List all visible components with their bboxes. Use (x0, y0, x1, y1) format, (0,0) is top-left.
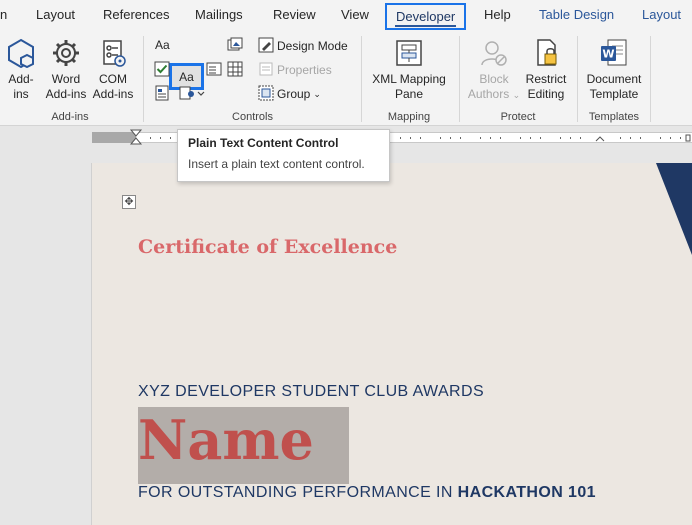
combo-box-control-icon[interactable] (205, 60, 223, 78)
tab-mailings[interactable]: Mailings (195, 7, 243, 22)
outstanding-performance-line: FOR OUTSTANDING PERFORMANCE IN HACKATHON… (138, 484, 596, 502)
table-move-handle-icon[interactable]: ✥ (122, 195, 136, 209)
tab-table-design[interactable]: Table Design (539, 7, 614, 22)
outstanding-prefix: FOR OUTSTANDING PERFORMANCE IN (138, 484, 458, 501)
word-add-ins-label-2: Add-ins (45, 87, 87, 101)
add-ins-label-2: ins (13, 87, 29, 101)
certificate-title: Certificate of Excellence (138, 236, 398, 258)
document-page[interactable]: ✥ Certificate of Excellence XYZ DEVELOPE… (92, 163, 692, 525)
group-label-protect: Protect (500, 111, 536, 123)
tab-references[interactable]: References (103, 7, 169, 22)
group-label: Group (277, 87, 311, 101)
design-mode-icon (257, 36, 275, 54)
tab-view[interactable]: View (341, 7, 369, 22)
group-separator (361, 36, 362, 122)
com-add-ins-icon (96, 36, 130, 70)
add-ins-button[interactable]: Add- ins (2, 36, 40, 102)
block-authors-button[interactable]: Block Authors ⌄ (466, 36, 522, 103)
chevron-down-icon: ⌄ (313, 88, 321, 99)
restrict-editing-label-2: Editing (527, 87, 565, 101)
hexagon-icon (4, 36, 38, 70)
word-add-ins-label-1: Word (51, 72, 81, 86)
plain-text-tooltip: Plain Text Content Control Insert a plai… (177, 129, 390, 182)
restrict-editing-label-1: Restrict (525, 72, 567, 86)
chevron-down-icon: ⌄ (512, 90, 521, 100)
tooltip-description: Insert a plain text content control. (188, 157, 365, 171)
document-template-label-1: Document (586, 72, 642, 86)
group-label-add-ins: Add-ins (51, 111, 89, 123)
add-ins-label-1: Add- (8, 72, 34, 86)
ribbon-tab-bar: n Layout References Mailings Review View… (0, 0, 692, 32)
design-mode-button[interactable]: Design Mode (277, 39, 348, 53)
document-template-label-2: Template (589, 87, 639, 101)
properties-button[interactable]: Properties (277, 63, 332, 77)
picture-control-icon[interactable] (226, 36, 244, 54)
rich-text-label: Aa (155, 38, 170, 52)
word-add-ins-button[interactable]: Word Add-ins (42, 36, 90, 102)
group-button[interactable]: Group ⌄ (277, 87, 321, 101)
event-name: HACKATHON 101 (457, 484, 596, 501)
tooltip-title: Plain Text Content Control (188, 136, 339, 150)
xml-mapping-pane-button[interactable]: XML Mapping Pane (364, 36, 454, 102)
xml-mapping-label-1: XML Mapping (372, 72, 446, 86)
group-separator (650, 36, 651, 122)
com-add-ins-label-1: COM (99, 72, 127, 86)
plain-text-label: Aa (179, 69, 194, 84)
properties-icon (257, 60, 275, 78)
xml-mapping-label-2: Pane (394, 87, 424, 101)
xml-mapping-icon (392, 36, 426, 70)
tab-layout[interactable]: Layout (36, 7, 75, 22)
building-block-control-icon[interactable] (153, 84, 171, 102)
group-separator (459, 36, 460, 122)
group-label-templates: Templates (588, 111, 640, 123)
properties-label: Properties (277, 63, 332, 77)
group-separator (143, 36, 144, 122)
group-icon (257, 84, 275, 102)
block-authors-icon (477, 36, 511, 70)
com-add-ins-button[interactable]: COM Add-ins (92, 36, 134, 102)
restrict-editing-button[interactable]: Restrict Editing (522, 36, 570, 102)
rich-text-content-control-button[interactable]: Aa (155, 38, 170, 52)
checkbox-control-icon[interactable] (153, 60, 171, 78)
word-document-icon: W (597, 36, 631, 70)
tab-developer[interactable]: Developer (385, 3, 467, 30)
tab-table-layout[interactable]: Layout (642, 7, 681, 22)
group-label-controls: Controls (232, 111, 273, 123)
document-template-button[interactable]: W Document Template (582, 36, 646, 102)
group-label-mapping: Mapping (387, 111, 431, 123)
block-authors-label-2-text: Authors (467, 87, 510, 101)
gear-icon (49, 36, 83, 70)
tab-help[interactable]: Help (484, 7, 511, 22)
design-mode-label: Design Mode (277, 39, 348, 53)
tab-review[interactable]: Review (273, 7, 316, 22)
svg-text:W: W (602, 48, 614, 61)
lock-document-icon (529, 36, 563, 70)
table-control-icon[interactable] (226, 60, 244, 78)
com-add-ins-label-2: Add-ins (92, 87, 134, 101)
block-authors-label-1: Block (479, 72, 509, 86)
ribbon: Add- ins Word Add-ins COM Add-ins Add-in… (0, 32, 692, 126)
group-separator (577, 36, 578, 122)
club-awards-line: XYZ DEVELOPER STUDENT CLUB AWARDS (138, 383, 485, 400)
recipient-name[interactable]: Name (138, 407, 314, 473)
block-authors-label-2: Authors ⌄ (466, 87, 522, 103)
legacy-tools-button[interactable] (178, 84, 206, 102)
tab-file-partial[interactable]: n (0, 7, 7, 22)
